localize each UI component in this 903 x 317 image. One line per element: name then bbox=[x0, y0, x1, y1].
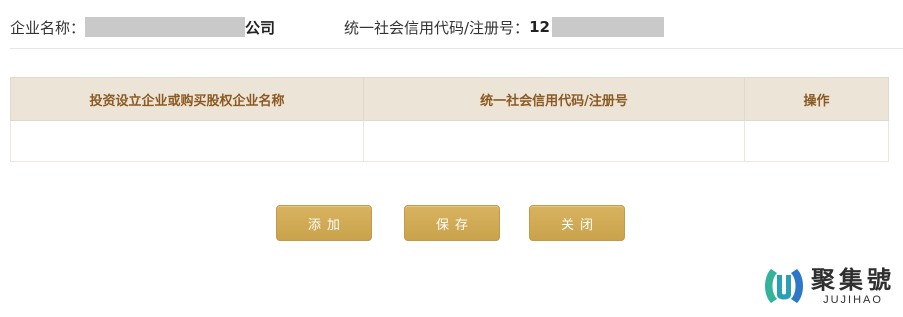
save-button[interactable]: 保存 bbox=[404, 205, 500, 241]
company-name-field: 企业名称： 公司 bbox=[10, 14, 275, 40]
watermark-name-cn: 聚集號 bbox=[811, 266, 895, 294]
investment-table: 投资设立企业或购买股权企业名称 统一社会信用代码/注册号 操作 bbox=[10, 77, 889, 162]
column-header-credit-code: 统一社会信用代码/注册号 bbox=[363, 77, 745, 121]
credit-code-redaction bbox=[551, 17, 664, 37]
action-buttons: 添加 保存 关闭 bbox=[0, 205, 903, 241]
table-row bbox=[10, 120, 889, 162]
company-name-label: 企业名称： bbox=[10, 18, 86, 37]
credit-code-prefix: 12 bbox=[529, 18, 550, 36]
credit-code-field: 统一社会信用代码/注册号： 12 bbox=[344, 14, 664, 40]
credit-code-label: 统一社会信用代码/注册号： bbox=[344, 18, 530, 37]
column-header-company-name: 投资设立企业或购买股权企业名称 bbox=[10, 77, 364, 121]
add-button[interactable]: 添加 bbox=[276, 205, 372, 241]
table-header-row: 投资设立企业或购买股权企业名称 统一社会信用代码/注册号 操作 bbox=[10, 77, 889, 121]
cell-credit-code[interactable] bbox=[363, 120, 745, 162]
watermark-text: 聚集號 JUJIHAO bbox=[811, 266, 895, 306]
watermark: 聚集號 JUJIHAO bbox=[761, 261, 895, 311]
company-info-bar: 企业名称： 公司 统一社会信用代码/注册号： 12 bbox=[10, 14, 903, 40]
close-button[interactable]: 关闭 bbox=[529, 205, 625, 241]
cell-actions bbox=[744, 120, 889, 162]
company-name-suffix: 公司 bbox=[245, 18, 276, 37]
section-divider bbox=[10, 48, 903, 49]
cell-company-name[interactable] bbox=[10, 120, 364, 162]
jujihao-logo-icon bbox=[765, 269, 803, 303]
company-name-redaction bbox=[85, 17, 246, 37]
watermark-name-en: JUJIHAO bbox=[823, 294, 883, 306]
column-header-actions: 操作 bbox=[744, 77, 889, 121]
